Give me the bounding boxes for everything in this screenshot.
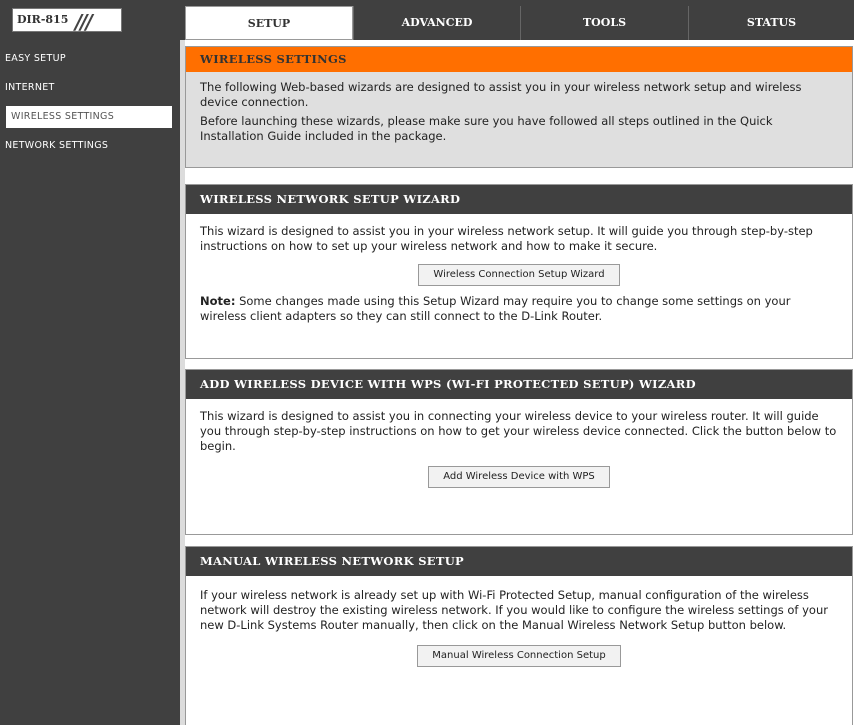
sidebar-item-network-settings[interactable]: NETWORK SETTINGS — [0, 135, 172, 157]
tab-tools[interactable]: TOOLS — [520, 6, 688, 40]
manual-section-title: MANUAL WIRELESS NETWORK SETUP — [186, 547, 852, 576]
add-wireless-device-wps-button[interactable]: Add Wireless Device with WPS — [428, 466, 610, 488]
tab-advanced[interactable]: ADVANCED — [353, 6, 520, 40]
brand-slashes-icon: /// — [75, 10, 93, 34]
tab-status[interactable]: STATUS — [688, 6, 854, 40]
sidebar-item-internet[interactable]: INTERNET — [0, 77, 172, 99]
top-bar: DIR-815 /// SETUP ADVANCED TOOLS STATUS — [0, 0, 854, 40]
manual-wireless-connection-setup-button[interactable]: Manual Wireless Connection Setup — [417, 645, 621, 667]
intro-panel: WIRELESS SETTINGS The following Web-base… — [185, 46, 853, 168]
wireless-connection-setup-wizard-button[interactable]: Wireless Connection Setup Wizard — [418, 264, 620, 286]
intro-paragraph-1: The following Web-based wizards are desi… — [200, 80, 802, 109]
model-label: DIR-815 — [17, 13, 69, 26]
wps-description: This wizard is designed to assist you in… — [200, 409, 837, 453]
wizard-note: Note: Some changes made using this Setup… — [200, 294, 838, 324]
manual-description: If your wireless network is already set … — [200, 588, 828, 632]
wireless-setup-wizard-panel: WIRELESS NETWORK SETUP WIZARD This wizar… — [185, 184, 853, 359]
model-badge: DIR-815 /// — [12, 8, 122, 34]
note-text: Some changes made using this Setup Wizar… — [200, 294, 791, 323]
intro-paragraph-2: Before launching these wizards, please m… — [200, 114, 773, 143]
wps-wizard-panel: ADD WIRELESS DEVICE WITH WPS (WI-FI PROT… — [185, 369, 853, 535]
tab-setup[interactable]: SETUP — [185, 6, 353, 40]
manual-setup-panel: MANUAL WIRELESS NETWORK SETUP If your wi… — [185, 546, 853, 725]
sidebar-item-easy-setup[interactable]: EASY SETUP — [0, 48, 172, 70]
sidebar-item-wireless-settings[interactable]: WIRELESS SETTINGS — [6, 106, 172, 128]
sidebar: EASY SETUP INTERNET WIRELESS SETTINGS NE… — [0, 40, 180, 725]
wizard-section-title: WIRELESS NETWORK SETUP WIZARD — [186, 185, 852, 214]
note-label: Note: — [200, 294, 236, 308]
wizard-description: This wizard is designed to assist you in… — [200, 224, 813, 253]
wps-section-title: ADD WIRELESS DEVICE WITH WPS (WI-FI PROT… — [186, 370, 852, 399]
page-title: WIRELESS SETTINGS — [186, 47, 852, 72]
